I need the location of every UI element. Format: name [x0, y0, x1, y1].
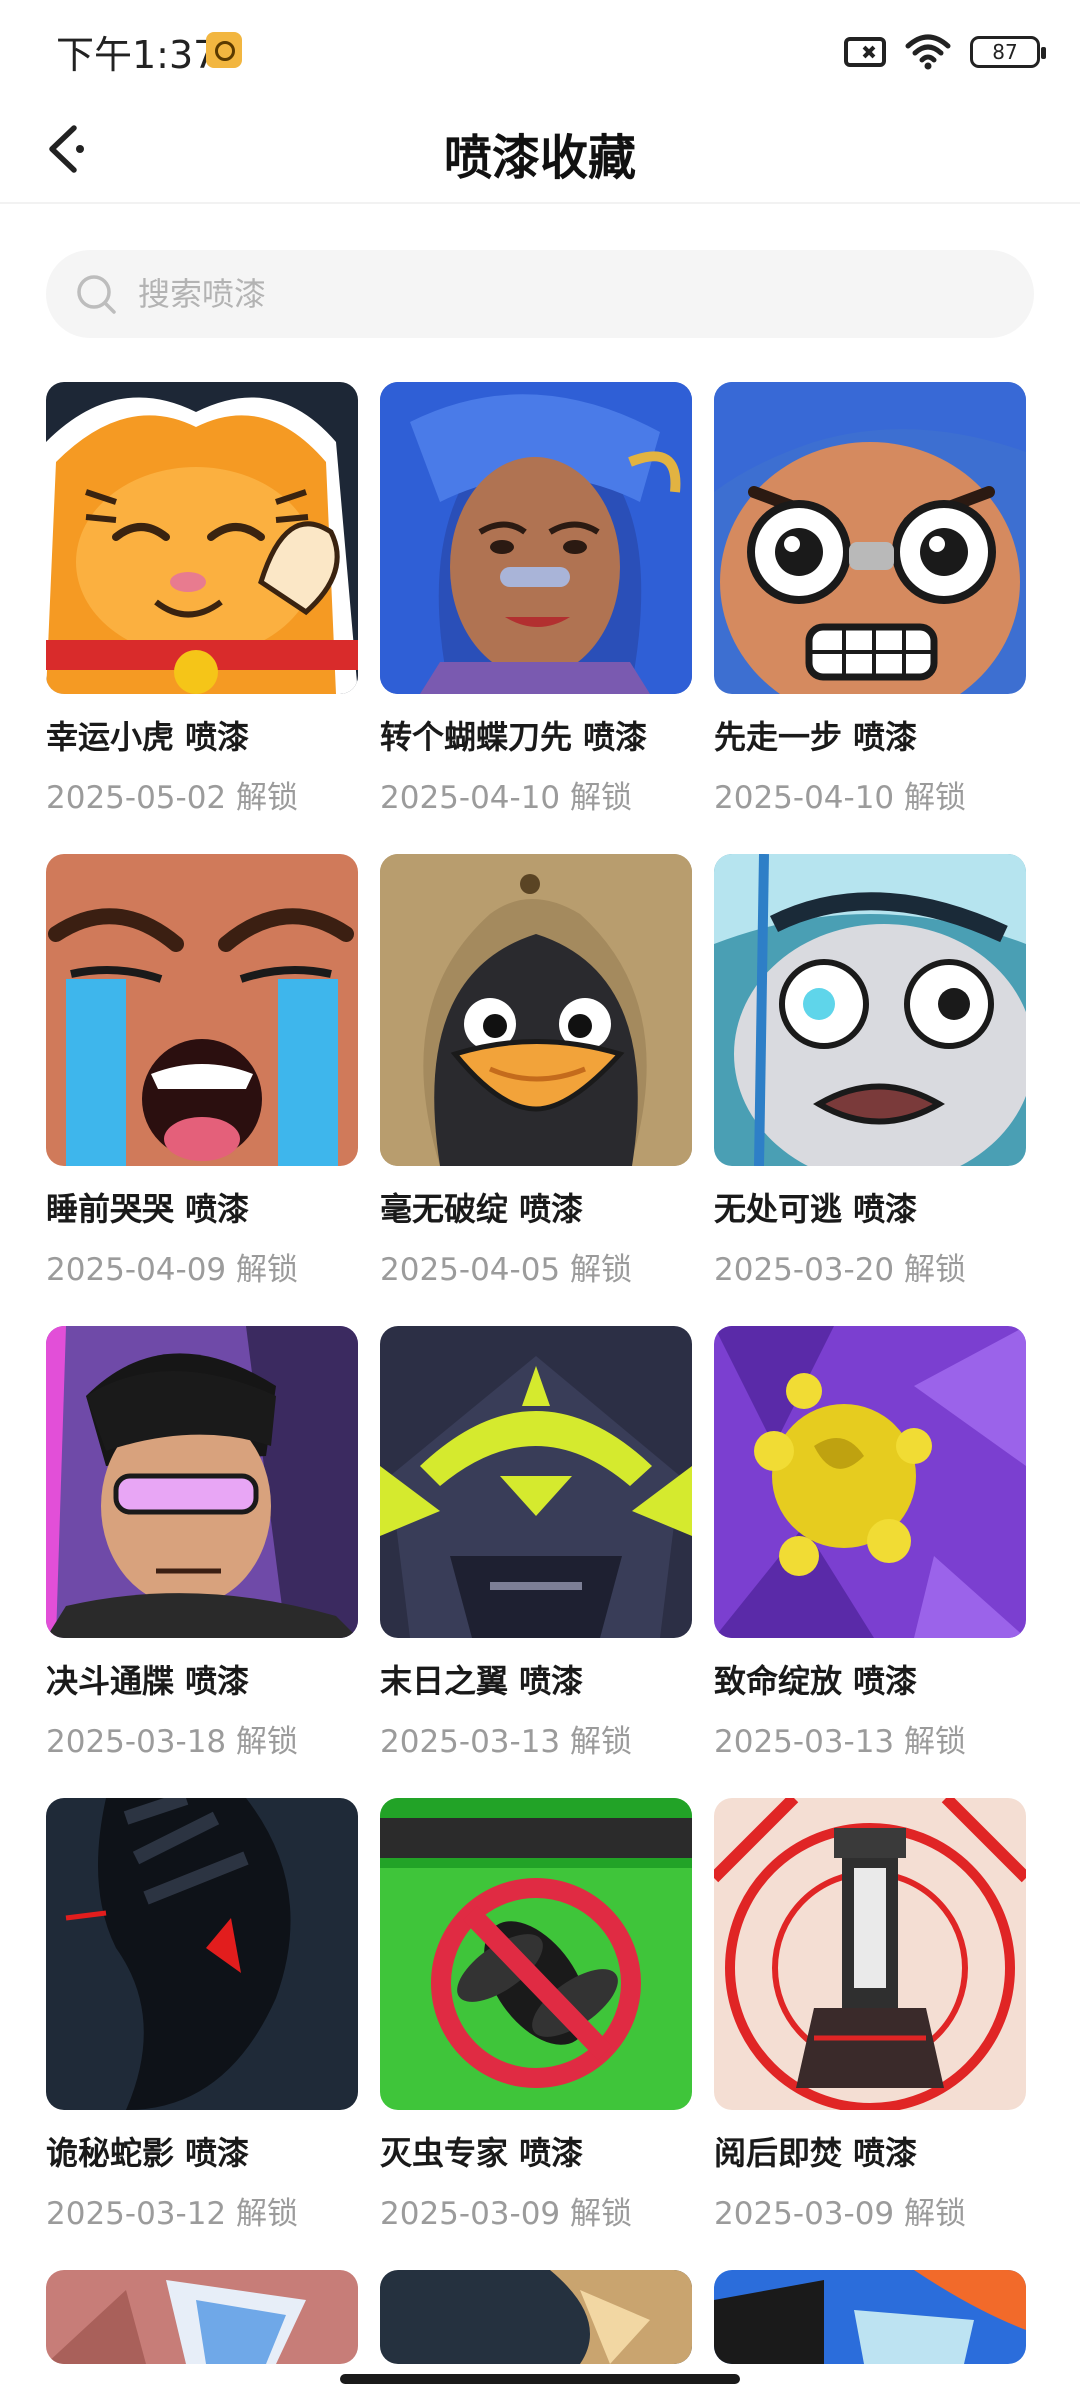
spray-unlock-date: 2025-03-18 解锁 [46, 1724, 299, 1760]
spray-card[interactable] [714, 2270, 1026, 2364]
spray-thumbnail[interactable] [380, 854, 692, 1166]
spray-title: 无处可逃 喷漆 [714, 1190, 918, 1228]
spray-title: 毫无破绽 喷漆 [380, 1190, 584, 1228]
spray-unlock-date: 2025-03-13 解锁 [380, 1724, 633, 1760]
spray-thumbnail[interactable] [714, 1798, 1026, 2110]
spray-thumbnail[interactable] [46, 382, 358, 694]
spray-title: 决斗通牒 喷漆 [46, 1662, 250, 1700]
spray-title: 幸运小虎 喷漆 [46, 718, 250, 756]
spray-title: 阅后即焚 喷漆 [714, 2134, 918, 2172]
spray-unlock-date: 2025-03-12 解锁 [46, 2196, 299, 2232]
spray-thumbnail[interactable] [714, 854, 1026, 1166]
spray-thumbnail[interactable] [46, 1326, 358, 1638]
spray-thumbnail[interactable] [46, 2270, 358, 2364]
spray-card[interactable]: 幸运小虎 喷漆 2025-05-02 解锁 [46, 382, 358, 817]
search-input[interactable] [138, 275, 938, 313]
spray-unlock-date: 2025-04-10 解锁 [714, 780, 967, 816]
spray-unlock-date: 2025-03-20 解锁 [714, 1252, 967, 1288]
status-bar: 下午1:37 87 [0, 0, 1080, 100]
spray-unlock-date: 2025-04-05 解锁 [380, 1252, 633, 1288]
spray-card[interactable]: 诡秘蛇影 喷漆 2025-03-12 解锁 [46, 1798, 358, 2233]
spray-unlock-date: 2025-03-09 解锁 [714, 2196, 967, 2232]
spray-card[interactable] [380, 2270, 692, 2364]
status-icons: 87 [844, 30, 1046, 74]
status-time: 下午1:37 [56, 33, 218, 77]
spray-title: 先走一步 喷漆 [714, 718, 918, 756]
search-icon [77, 275, 116, 314]
spray-title: 灭虫专家 喷漆 [380, 2134, 584, 2172]
spray-title: 致命绽放 喷漆 [714, 1662, 918, 1700]
notification-app-icon [206, 32, 242, 68]
spray-card[interactable]: 睡前哭哭 喷漆 2025-04-09 解锁 [46, 854, 358, 1289]
spray-thumbnail[interactable] [380, 2270, 692, 2364]
spray-unlock-date: 2025-03-09 解锁 [380, 2196, 633, 2232]
spray-thumbnail[interactable] [714, 1326, 1026, 1638]
page-title: 喷漆收藏 [443, 130, 636, 186]
spray-thumbnail[interactable] [714, 2270, 1026, 2364]
wifi-icon [905, 34, 951, 70]
no-sim-icon [844, 37, 886, 67]
spray-card[interactable]: 致命绽放 喷漆 2025-03-13 解锁 [714, 1326, 1026, 1761]
spray-title: 睡前哭哭 喷漆 [46, 1190, 250, 1228]
search-bar[interactable] [46, 250, 1034, 338]
spray-thumbnail[interactable] [380, 1798, 692, 2110]
spray-unlock-date: 2025-05-02 解锁 [46, 780, 299, 816]
spray-card[interactable]: 先走一步 喷漆 2025-04-10 解锁 [714, 382, 1026, 817]
header-bar: 喷漆收藏 [0, 100, 1080, 204]
spray-unlock-date: 2025-04-10 解锁 [380, 780, 633, 816]
spray-thumbnail[interactable] [46, 854, 358, 1166]
spray-card[interactable]: 毫无破绽 喷漆 2025-04-05 解锁 [380, 854, 692, 1289]
spray-thumbnail[interactable] [380, 382, 692, 694]
spray-card[interactable]: 末日之翼 喷漆 2025-03-13 解锁 [380, 1326, 692, 1761]
spray-card[interactable]: 灭虫专家 喷漆 2025-03-09 解锁 [380, 1798, 692, 2233]
spray-title: 诡秘蛇影 喷漆 [46, 2134, 250, 2172]
spray-card[interactable] [46, 2270, 358, 2364]
spray-thumbnail[interactable] [380, 1326, 692, 1638]
battery-icon: 87 [970, 36, 1046, 68]
spray-card[interactable]: 决斗通牒 喷漆 2025-03-18 解锁 [46, 1326, 358, 1761]
spray-title: 末日之翼 喷漆 [380, 1662, 584, 1700]
spray-thumbnail[interactable] [46, 1798, 358, 2110]
spray-thumbnail[interactable] [714, 382, 1026, 694]
spray-card[interactable]: 阅后即焚 喷漆 2025-03-09 解锁 [714, 1798, 1026, 2233]
spray-card[interactable]: 无处可逃 喷漆 2025-03-20 解锁 [714, 854, 1026, 1289]
spray-unlock-date: 2025-04-09 解锁 [46, 1252, 299, 1288]
spray-title: 转个蝴蝶刀先 喷漆 [380, 718, 648, 756]
spray-unlock-date: 2025-03-13 解锁 [714, 1724, 967, 1760]
spray-card[interactable]: 转个蝴蝶刀先 喷漆 2025-04-10 解锁 [380, 382, 692, 817]
home-indicator[interactable] [340, 2374, 740, 2384]
